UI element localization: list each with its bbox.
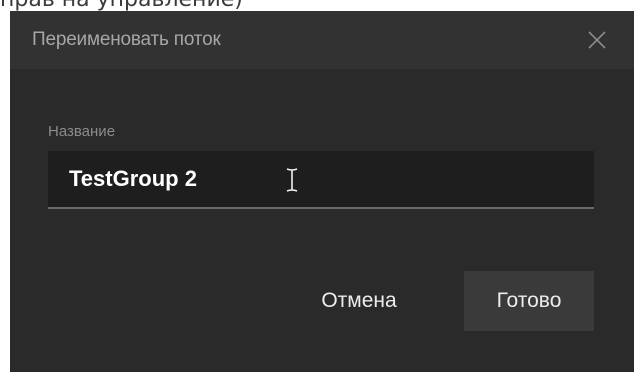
dialog-header: Переименовать поток xyxy=(10,11,634,69)
close-icon xyxy=(588,31,606,49)
done-button[interactable]: Готово xyxy=(464,271,594,331)
dialog-title: Переименовать поток xyxy=(32,29,221,50)
name-field-label: Название xyxy=(48,123,116,140)
rename-stream-dialog: Переименовать поток Название Отмена Гото… xyxy=(10,11,634,372)
cancel-button[interactable]: Отмена xyxy=(294,271,424,331)
close-button[interactable] xyxy=(586,29,608,51)
name-input[interactable] xyxy=(48,151,594,207)
name-field xyxy=(48,151,594,209)
